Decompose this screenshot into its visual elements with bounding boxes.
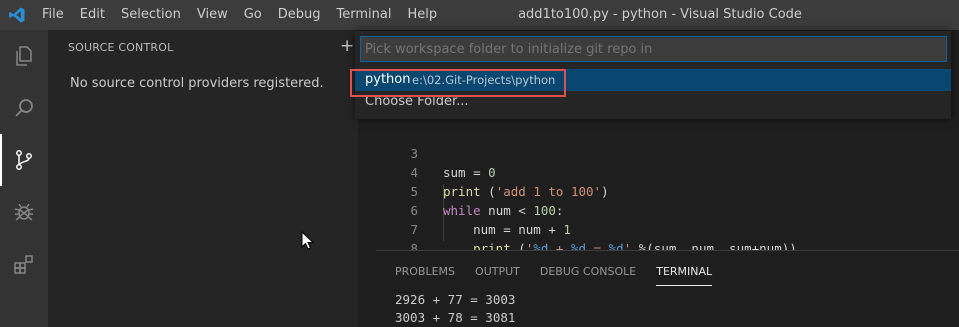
tab-output[interactable]: OUTPUT: [475, 264, 520, 286]
debug-icon[interactable]: [0, 186, 48, 238]
no-providers-message: No source control providers registered.: [70, 76, 324, 91]
highlight-box: [350, 69, 566, 97]
code-line: 6 num = num + 1: [358, 182, 959, 237]
title-bar: File Edit Selection View Go Debug Termin…: [0, 0, 959, 30]
code-line: 5 while num < 100:: [358, 163, 959, 218]
menu-terminal[interactable]: Terminal: [329, 0, 400, 30]
terminal-output-line: 3003 + 78 = 3081: [395, 310, 516, 325]
menu-debug[interactable]: Debug: [270, 0, 329, 30]
search-icon[interactable]: [0, 82, 48, 134]
tab-terminal[interactable]: TERMINAL: [656, 264, 713, 286]
initialize-repo-plus-icon[interactable]: +: [340, 36, 354, 56]
panel-tabs: PROBLEMS OUTPUT DEBUG CONSOLE TERMINAL: [395, 264, 732, 286]
menu-file[interactable]: File: [34, 0, 72, 30]
code-line: 7 print ('%d + %d = %d' %(sum, num, sum+…: [358, 201, 959, 256]
quick-pick-input[interactable]: [360, 36, 947, 62]
code-line: 3 sum = 0: [358, 125, 959, 180]
extensions-icon[interactable]: [0, 238, 48, 290]
vscode-logo-icon: [0, 0, 34, 30]
mouse-pointer-icon: [301, 231, 315, 250]
menu-help[interactable]: Help: [399, 0, 445, 30]
code-line: 8 sum = sum + num: [358, 220, 959, 275]
bottom-panel: PROBLEMS OUTPUT DEBUG CONSOLE TERMINAL 2…: [376, 250, 959, 327]
source-control-sidebar: SOURCE CONTROL + No source control provi…: [48, 30, 358, 327]
terminal-output-line: 2926 + 77 = 3003: [395, 292, 516, 307]
menu-view[interactable]: View: [189, 0, 236, 30]
source-control-icon[interactable]: [0, 134, 48, 186]
tab-problems[interactable]: PROBLEMS: [395, 264, 455, 286]
activity-bar: [0, 30, 48, 327]
explorer-icon[interactable]: [0, 30, 48, 82]
code-line: 4 print ('add 1 to 100'): [358, 144, 959, 199]
sidebar-title: SOURCE CONTROL: [68, 41, 174, 54]
window-title: add1to100.py - python - Visual Studio Co…: [518, 7, 802, 22]
menu-bar: File Edit Selection View Go Debug Termin…: [34, 0, 445, 30]
menu-go[interactable]: Go: [236, 0, 270, 30]
tab-debug-console[interactable]: DEBUG CONSOLE: [540, 264, 636, 286]
menu-selection[interactable]: Selection: [113, 0, 189, 30]
menu-edit[interactable]: Edit: [72, 0, 113, 30]
